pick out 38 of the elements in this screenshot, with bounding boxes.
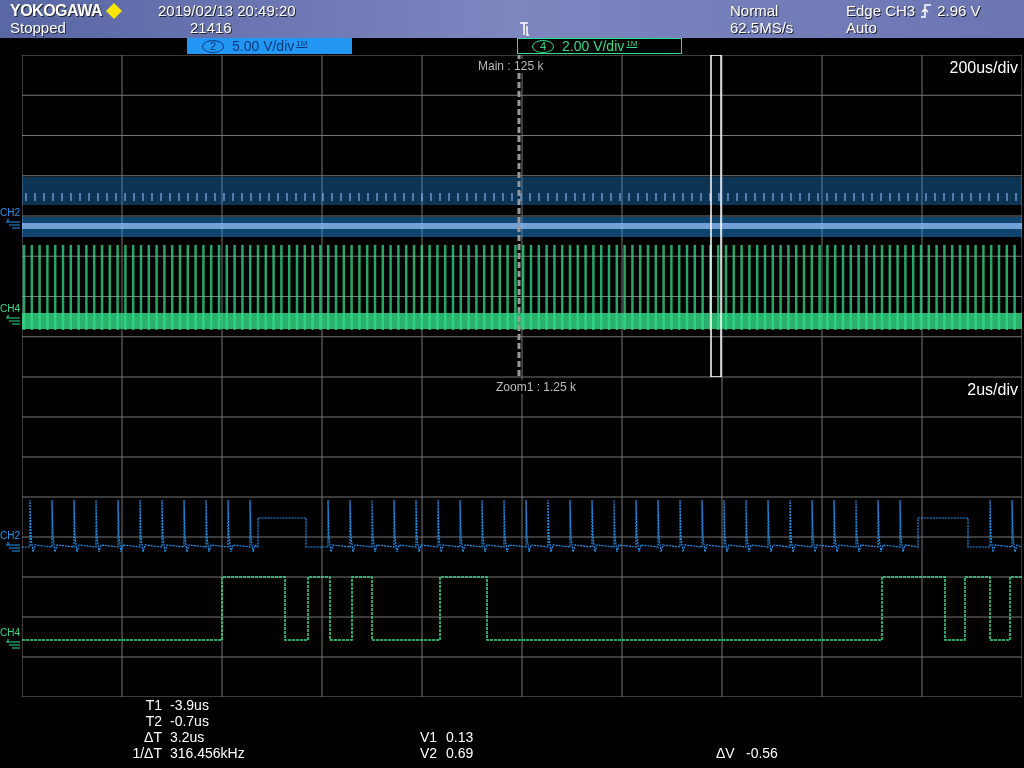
cursor-value: -0.7us bbox=[170, 713, 210, 729]
cursor-value: 0.13 bbox=[446, 729, 475, 745]
channel-label: CH4 bbox=[0, 303, 20, 314]
channel-label: CH2 bbox=[0, 530, 20, 541]
ground-icon bbox=[6, 639, 20, 649]
channel-label: CH2 bbox=[0, 207, 20, 218]
trigger-level: 2.96 V bbox=[937, 2, 981, 19]
trigger-sweep-mode: Auto bbox=[846, 19, 878, 36]
date-time: 2019/02/13 20:49:20 bbox=[158, 2, 297, 19]
cursor-label: ΔV bbox=[716, 745, 736, 761]
channel-label: CH4 bbox=[0, 627, 20, 638]
ground-icon bbox=[6, 542, 20, 552]
trigger-mode: Normal bbox=[730, 2, 780, 19]
diamond-icon bbox=[106, 2, 122, 19]
cursor-value: 316.456kHz bbox=[170, 745, 246, 761]
ground-icon bbox=[6, 219, 20, 229]
ground-icon bbox=[6, 315, 20, 325]
record-length-label: Zoom1 : 1.25 k bbox=[496, 380, 577, 394]
timebase-label: 2us/div bbox=[967, 381, 1018, 399]
acquisition-count: 21416 bbox=[189, 19, 233, 36]
cursor-label: V2 bbox=[420, 745, 439, 761]
cursor-value: -3.9us bbox=[170, 697, 210, 713]
cursor-label: T2 bbox=[144, 713, 163, 729]
timebase-label: 200us/div bbox=[949, 59, 1018, 77]
sample-rate: 62.5MS/s bbox=[730, 19, 795, 36]
cursor-value: -0.56 bbox=[746, 745, 779, 761]
trigger-position-icon bbox=[520, 22, 530, 36]
cursor-label: V1 bbox=[420, 729, 439, 745]
cursor-value: 3.2us bbox=[170, 729, 206, 745]
cursor-label: T1 bbox=[144, 697, 163, 713]
trigger-source: Edge CH3 bbox=[846, 2, 916, 19]
cursor-label: ΔT bbox=[143, 729, 163, 745]
rising-edge-icon bbox=[920, 3, 933, 18]
cursor-label: 1/ΔT bbox=[131, 745, 163, 761]
brand-logo: YOKOGAWA bbox=[10, 2, 158, 19]
record-length-label: Main : 125 k bbox=[478, 59, 544, 73]
cursor-value: 0.69 bbox=[446, 745, 475, 761]
acquisition-status: Stopped bbox=[10, 19, 67, 36]
